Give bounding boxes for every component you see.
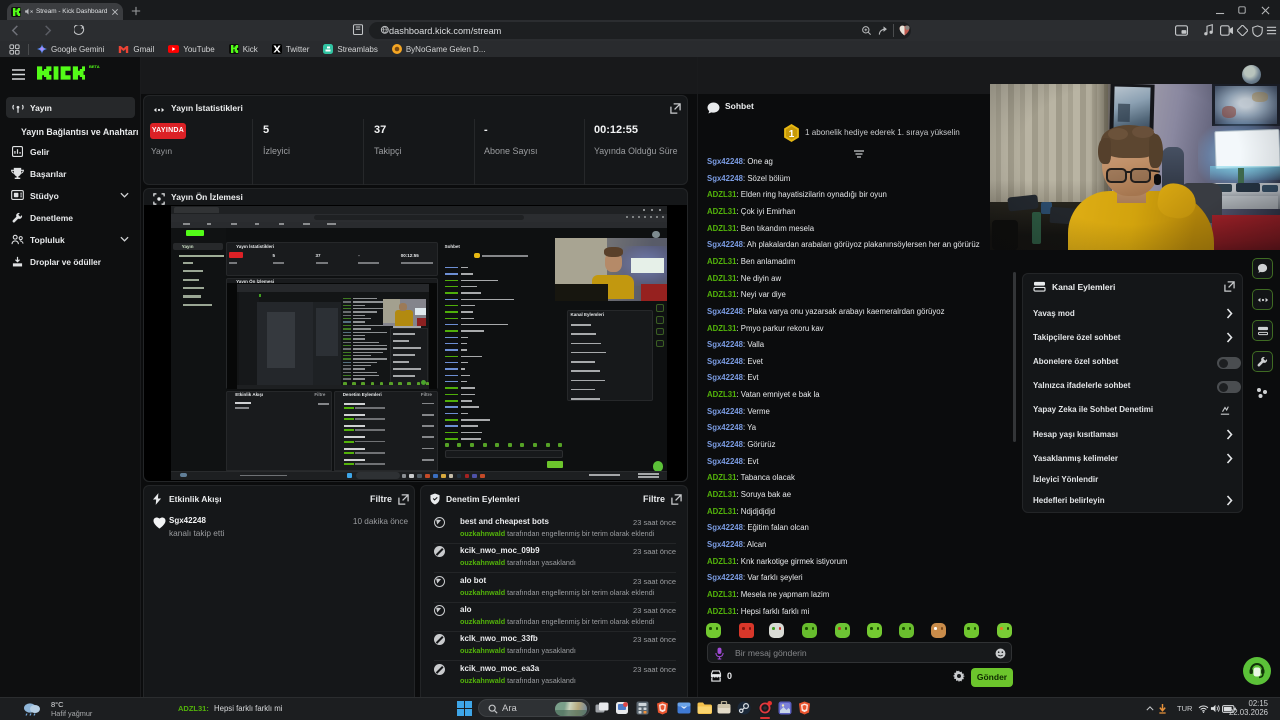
svg-text:1: 1 — [789, 129, 795, 140]
